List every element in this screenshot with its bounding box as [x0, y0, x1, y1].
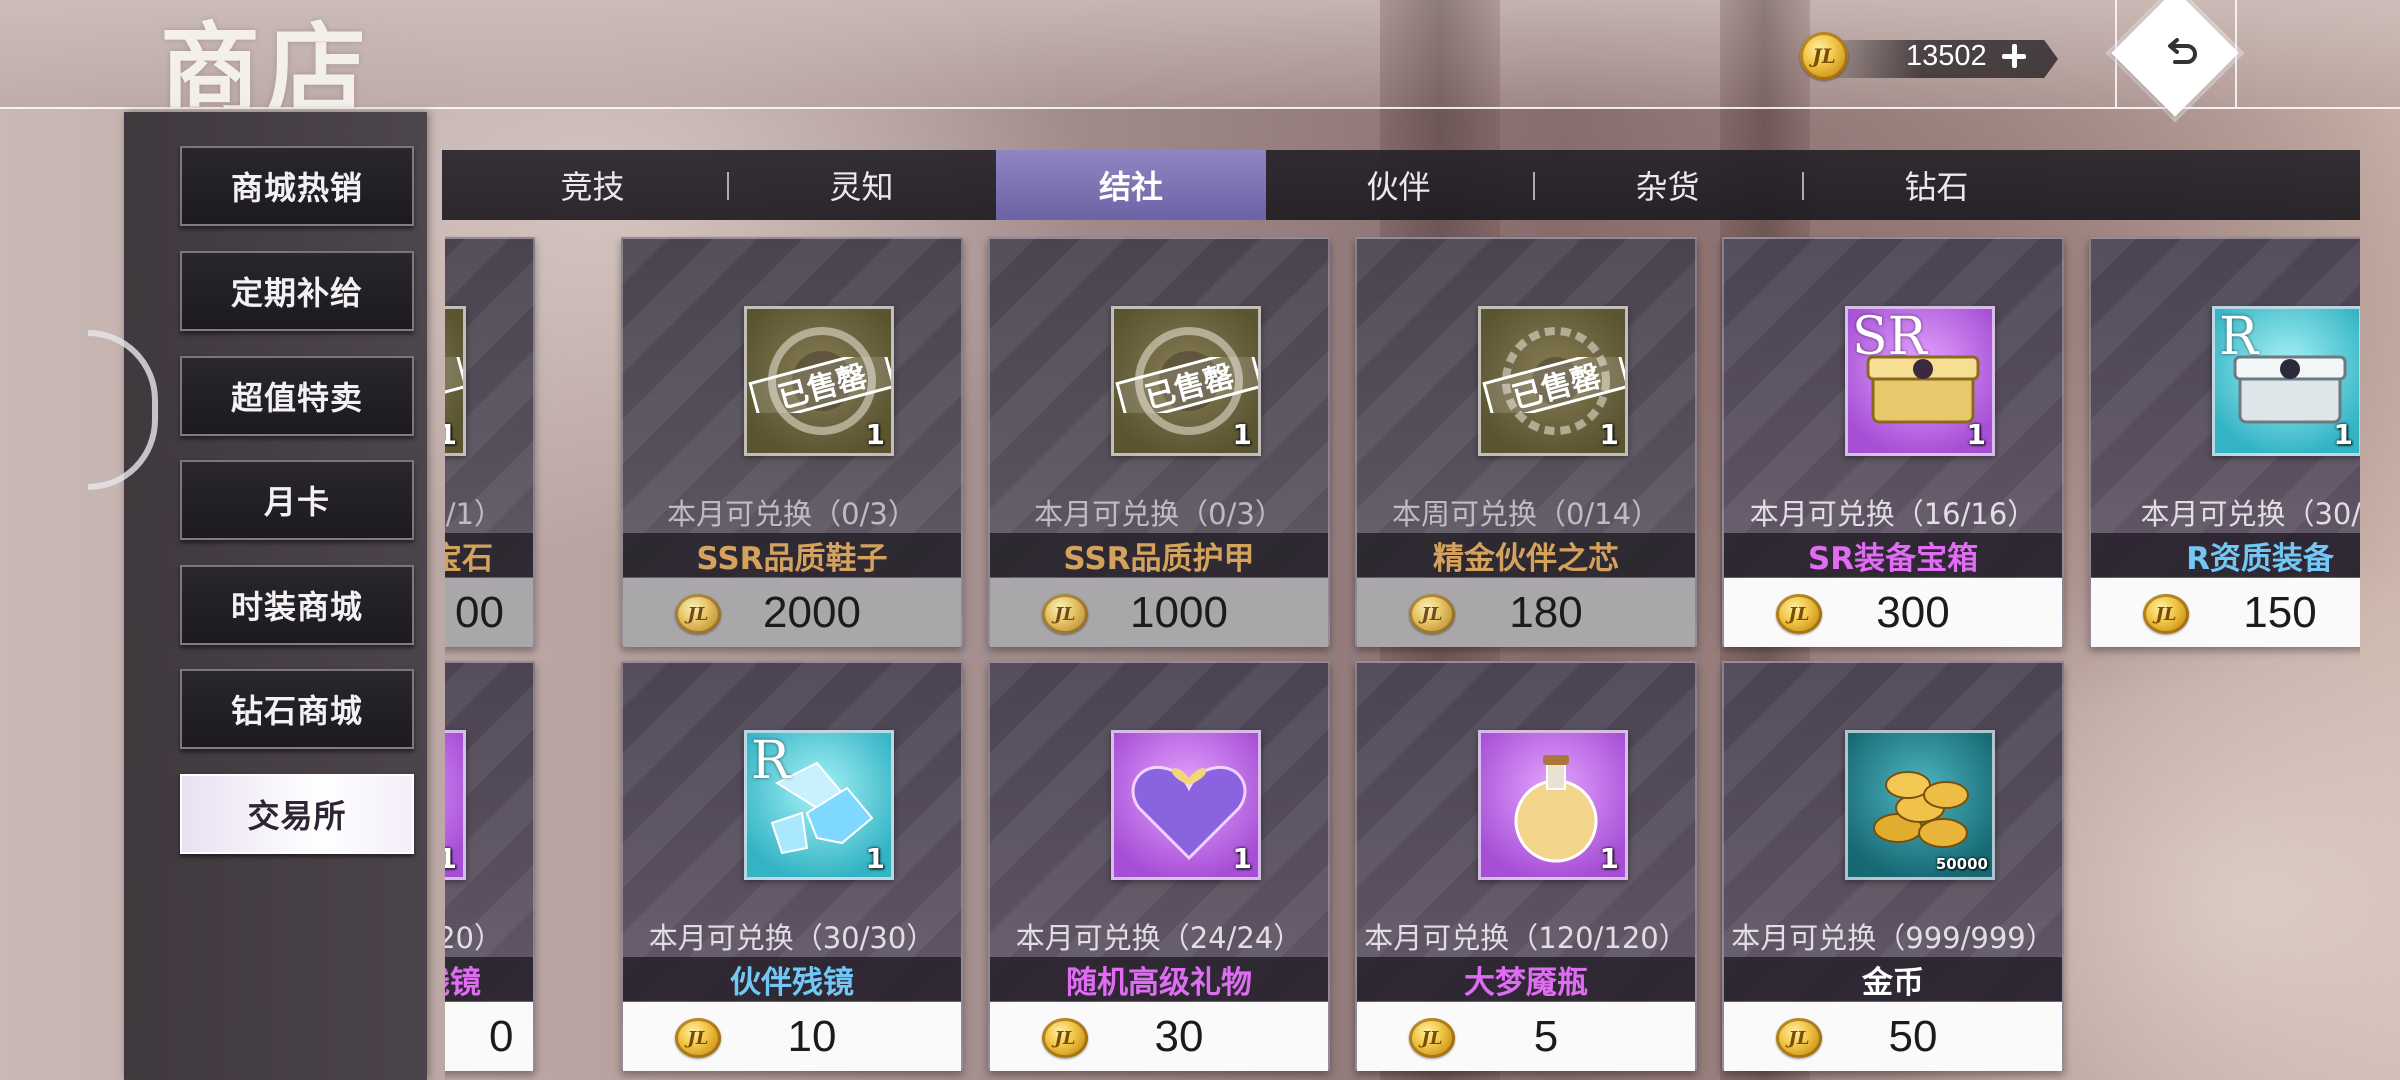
shop-item-card[interactable]: R 1 本月可兑换（30/30） 伙伴残镜 JL 10	[621, 661, 963, 1071]
shop-item-card[interactable]: 50000 本月可兑换（999/999） 金币 JL 50	[1722, 661, 2064, 1071]
shop-item-card[interactable]: 1 （20/20） 残镜 0	[445, 661, 535, 1071]
coin-icon: JL	[1800, 32, 1848, 80]
exchange-limit: 本周可兑换（0/14）	[1391, 497, 1661, 531]
item-name: SSR品质鞋子	[696, 540, 888, 577]
sidebar-item-special-sale[interactable]: 超值特卖	[180, 356, 414, 436]
ssr-armor-icon: 已售罄 1	[1111, 306, 1261, 456]
item-price: 1000	[1130, 587, 1228, 637]
exchange-limit: 本月可兑换（999/999）	[1731, 921, 2055, 955]
sidebar-item-monthly-card[interactable]: 月卡	[180, 460, 414, 540]
add-currency-icon[interactable]	[1999, 41, 2029, 71]
exchange-limit: 本月可兑换（30/30）	[648, 921, 936, 955]
item-name: R资质装备	[2186, 540, 2334, 577]
exchange-limit: （20/20）	[445, 921, 503, 955]
partner-mirror-shard-icon: R 1	[744, 730, 894, 880]
sold-out-stamp	[445, 345, 463, 425]
rarity-label: SR	[1852, 307, 1927, 367]
exchange-limit: 换（0/1）	[445, 497, 503, 531]
shop-item-card[interactable]: R 1 本月可兑换（30/3 R资质装备 JL 150	[2089, 237, 2360, 647]
shop-item-card[interactable]: 已售罄 1 本月可兑换（0/3） SSR品质护甲 JL 1000	[988, 237, 1330, 647]
gold-coins-icon: 50000	[1845, 730, 1995, 880]
item-price: 5	[1533, 1011, 1559, 1061]
tab-arena[interactable]: 竞技	[479, 150, 706, 220]
rarity-label: R	[751, 731, 791, 791]
page-title: 商店	[160, 11, 372, 108]
item-price: 50	[1888, 1011, 1938, 1061]
gem-item-icon: 1	[445, 306, 466, 456]
ssr-shoes-icon: 已售罄 1	[744, 306, 894, 456]
item-name: 金币	[1862, 964, 1924, 1001]
item-price: 10	[787, 1011, 837, 1061]
sidebar-item-exchange[interactable]: 交易所	[180, 774, 414, 854]
item-price: 300	[1876, 587, 1950, 637]
item-name: SR装备宝箱	[1807, 540, 1979, 577]
item-name: 随机高级礼物	[1066, 964, 1252, 1001]
sidebar-item-mall-hot[interactable]: 商城热销	[180, 146, 414, 226]
sold-out-stamp: 已售罄	[747, 345, 891, 425]
currency-amount: 13502	[1906, 39, 1987, 72]
sr-equipment-chest-icon: SR 1	[1845, 306, 1995, 456]
sidebar-item-fashion-mall[interactable]: 时装商城	[180, 565, 414, 645]
item-name: 伙伴残镜	[730, 964, 854, 1001]
item-name: 精金伙伴之芯	[1433, 540, 1619, 577]
currency-display: JL 13502	[1800, 28, 2060, 84]
tab-partner[interactable]: 伙伴	[1285, 150, 1512, 220]
item-price: 180	[1509, 587, 1583, 637]
item-price: 0	[489, 1011, 514, 1061]
shop-item-card[interactable]: SR 1 本月可兑换（16/16） SR装备宝箱 JL 300	[1722, 237, 2064, 647]
shop-item-card[interactable]: 已售罄 1 本周可兑换（0/14） 精金伙伴之芯 JL 180	[1355, 237, 1697, 647]
exchange-limit: 本月可兑换（24/24）	[1015, 921, 1303, 955]
tab-misc[interactable]: 杂货	[1554, 150, 1781, 220]
partner-core-icon: 已售罄 1	[1478, 306, 1628, 456]
shop-item-card[interactable]: 1 换（0/1） 宝石 00	[445, 237, 535, 647]
tab-spirit[interactable]: 灵知	[748, 150, 975, 220]
item-price: 00	[455, 587, 504, 637]
exchange-limit: 本月可兑换（16/16）	[1749, 497, 2037, 531]
item-price: 30	[1154, 1011, 1204, 1061]
heart-shard-icon: 1	[445, 730, 466, 880]
item-grid: 1 换（0/1） 宝石 00 已售罄 1 本月可兑换（0/3） SSR品质鞋子 …	[445, 236, 2360, 1080]
exchange-limit: 本月可兑换（30/3	[2140, 497, 2360, 531]
item-name: 残镜	[445, 964, 481, 1001]
category-tabs: 竞技 灵知 结社 伙伴 杂货 钻石	[442, 150, 2360, 220]
exchange-limit: 本月可兑换（0/3）	[667, 497, 917, 531]
tab-guild[interactable]: 结社	[996, 150, 1266, 220]
item-name: SSR品质护甲	[1063, 540, 1255, 577]
item-price: 150	[2243, 587, 2317, 637]
tab-diamond[interactable]: 钻石	[1823, 150, 2050, 220]
exchange-limit: 本月可兑换（120/120）	[1364, 921, 1688, 955]
r-equipment-chest-icon: R 1	[2212, 306, 2360, 456]
sold-out-stamp: 已售罄	[1114, 345, 1258, 425]
rarity-label: R	[2219, 307, 2259, 367]
item-name: 大梦魇瓶	[1464, 964, 1588, 1001]
item-name: 宝石	[445, 540, 493, 577]
sidebar-item-diamond-mall[interactable]: 钻石商城	[180, 669, 414, 749]
sidebar-item-periodic-supply[interactable]: 定期补给	[180, 251, 414, 331]
shop-item-card[interactable]: 1 本月可兑换（120/120） 大梦魇瓶 JL 5	[1355, 661, 1697, 1071]
exchange-limit: 本月可兑换（0/3）	[1034, 497, 1284, 531]
back-button[interactable]	[2095, 0, 2255, 117]
shop-item-card[interactable]: 1 本月可兑换（24/24） 随机高级礼物 JL 30	[988, 661, 1330, 1071]
sold-out-stamp: 已售罄	[1481, 345, 1625, 425]
undo-arrow-icon	[2168, 38, 2197, 64]
item-price: 2000	[763, 587, 861, 637]
gift-box-icon: 1	[1111, 730, 1261, 880]
dream-bottle-icon: 1	[1478, 730, 1628, 880]
shop-item-card[interactable]: 已售罄 1 本月可兑换（0/3） SSR品质鞋子 JL 2000	[621, 237, 963, 647]
